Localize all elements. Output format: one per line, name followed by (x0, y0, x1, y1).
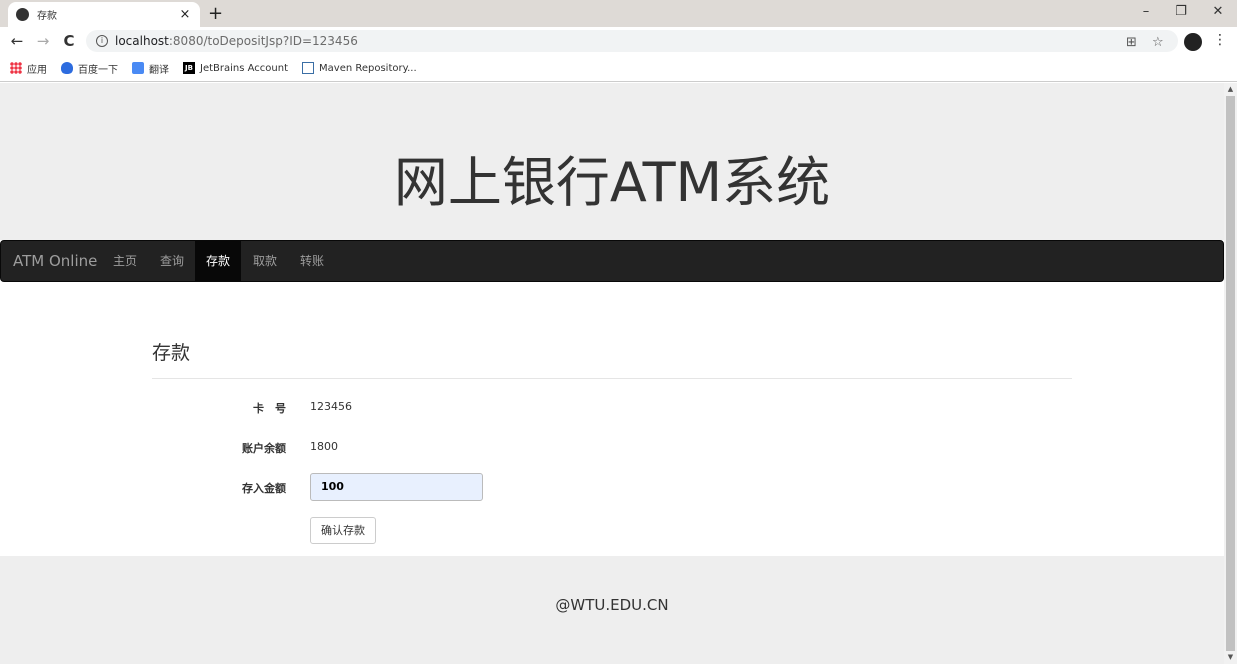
bookmark-label: 百度一下 (78, 64, 118, 76)
scroll-down-icon[interactable]: ▼ (1224, 653, 1237, 661)
translate-icon (132, 62, 144, 74)
deposit-amount-input[interactable]: 100 (310, 473, 483, 501)
tab-close-icon[interactable]: × (178, 7, 192, 22)
scroll-up-icon[interactable]: ▲ (1224, 85, 1237, 93)
nav-item-deposit[interactable]: 存款 (195, 241, 241, 281)
browser-menu-icon[interactable]: ⋮ (1213, 32, 1227, 48)
page-title: 网上银行ATM系统 (393, 151, 831, 214)
bookmarks-bar: 应用 百度一下 翻译 JB JetBrains Account Maven Re… (0, 55, 1237, 82)
apps-icon (10, 62, 22, 74)
baidu-icon (61, 62, 73, 74)
close-window-button[interactable]: ✕ (1208, 4, 1228, 19)
page-scrollbar[interactable]: ▲ ▼ (1224, 83, 1237, 664)
jumbotron: 网上银行ATM系统 (0, 83, 1224, 240)
nav-item-withdraw[interactable]: 取款 (243, 241, 287, 281)
tab-strip: 存款 × + – ❐ ✕ (0, 0, 1237, 27)
bookmark-label: 翻译 (149, 64, 169, 76)
globe-icon (16, 8, 29, 21)
card-number-value: 123456 (310, 400, 352, 413)
footer-text: @WTU.EDU.CN (555, 596, 669, 614)
jetbrains-icon: JB (183, 62, 195, 74)
bookmark-jetbrains[interactable]: JB JetBrains Account (183, 62, 288, 74)
confirm-deposit-button[interactable]: 确认存款 (310, 517, 376, 544)
new-tab-button[interactable]: + (208, 3, 223, 24)
maven-icon (302, 62, 315, 74)
site-info-icon[interactable]: i (96, 35, 108, 47)
minimize-button[interactable]: – (1136, 4, 1156, 19)
bookmark-label: 应用 (27, 64, 47, 76)
bookmark-maven[interactable]: Maven Repository... (302, 62, 417, 74)
footer: @WTU.EDU.CN (0, 556, 1224, 664)
deposit-amount-label: 存入金额 (242, 482, 286, 495)
browser-toolbar: ← → C i localhost:8080/toDepositJsp?ID=1… (0, 27, 1237, 55)
bookmark-baidu[interactable]: 百度一下 (61, 61, 118, 76)
card-number-label: 卡 号 (253, 402, 286, 415)
url-host: localhost (115, 34, 169, 48)
nav-item-transfer[interactable]: 转账 (290, 241, 334, 281)
profile-avatar-icon[interactable] (1184, 33, 1202, 51)
balance-value: 1800 (310, 440, 338, 453)
nav-item-query[interactable]: 查询 (150, 241, 194, 281)
address-bar[interactable]: i localhost:8080/toDepositJsp?ID=123456 … (86, 30, 1178, 52)
translate-icon[interactable]: ⊞ (1126, 35, 1137, 50)
back-button[interactable]: ← (8, 32, 26, 50)
reload-button[interactable]: C (60, 32, 78, 50)
nav-item-home[interactable]: 主页 (103, 241, 147, 281)
bookmark-apps[interactable]: 应用 (10, 61, 47, 76)
balance-label: 账户余额 (242, 442, 286, 455)
bookmark-translate[interactable]: 翻译 (132, 61, 169, 76)
restore-button[interactable]: ❐ (1171, 4, 1191, 19)
bookmark-label: JetBrains Account (200, 62, 289, 74)
bookmark-star-icon[interactable]: ☆ (1152, 35, 1164, 50)
site-navbar: ATM Online 主页 查询 存款 取款 转账 (0, 240, 1224, 282)
tab-title: 存款 (37, 11, 57, 22)
form-legend: 存款 (152, 342, 191, 364)
url-path: :8080/toDepositJsp?ID=123456 (168, 34, 358, 48)
forward-button[interactable]: → (34, 32, 52, 50)
scrollbar-thumb[interactable] (1226, 96, 1235, 651)
divider (152, 378, 1072, 379)
navbar-brand[interactable]: ATM Online (13, 252, 97, 270)
bookmark-label: Maven Repository... (319, 62, 417, 74)
page-content: 网上银行ATM系统 ATM Online 主页 查询 存款 取款 转账 存款 卡… (0, 83, 1224, 664)
browser-tab[interactable]: 存款 × (8, 2, 200, 27)
